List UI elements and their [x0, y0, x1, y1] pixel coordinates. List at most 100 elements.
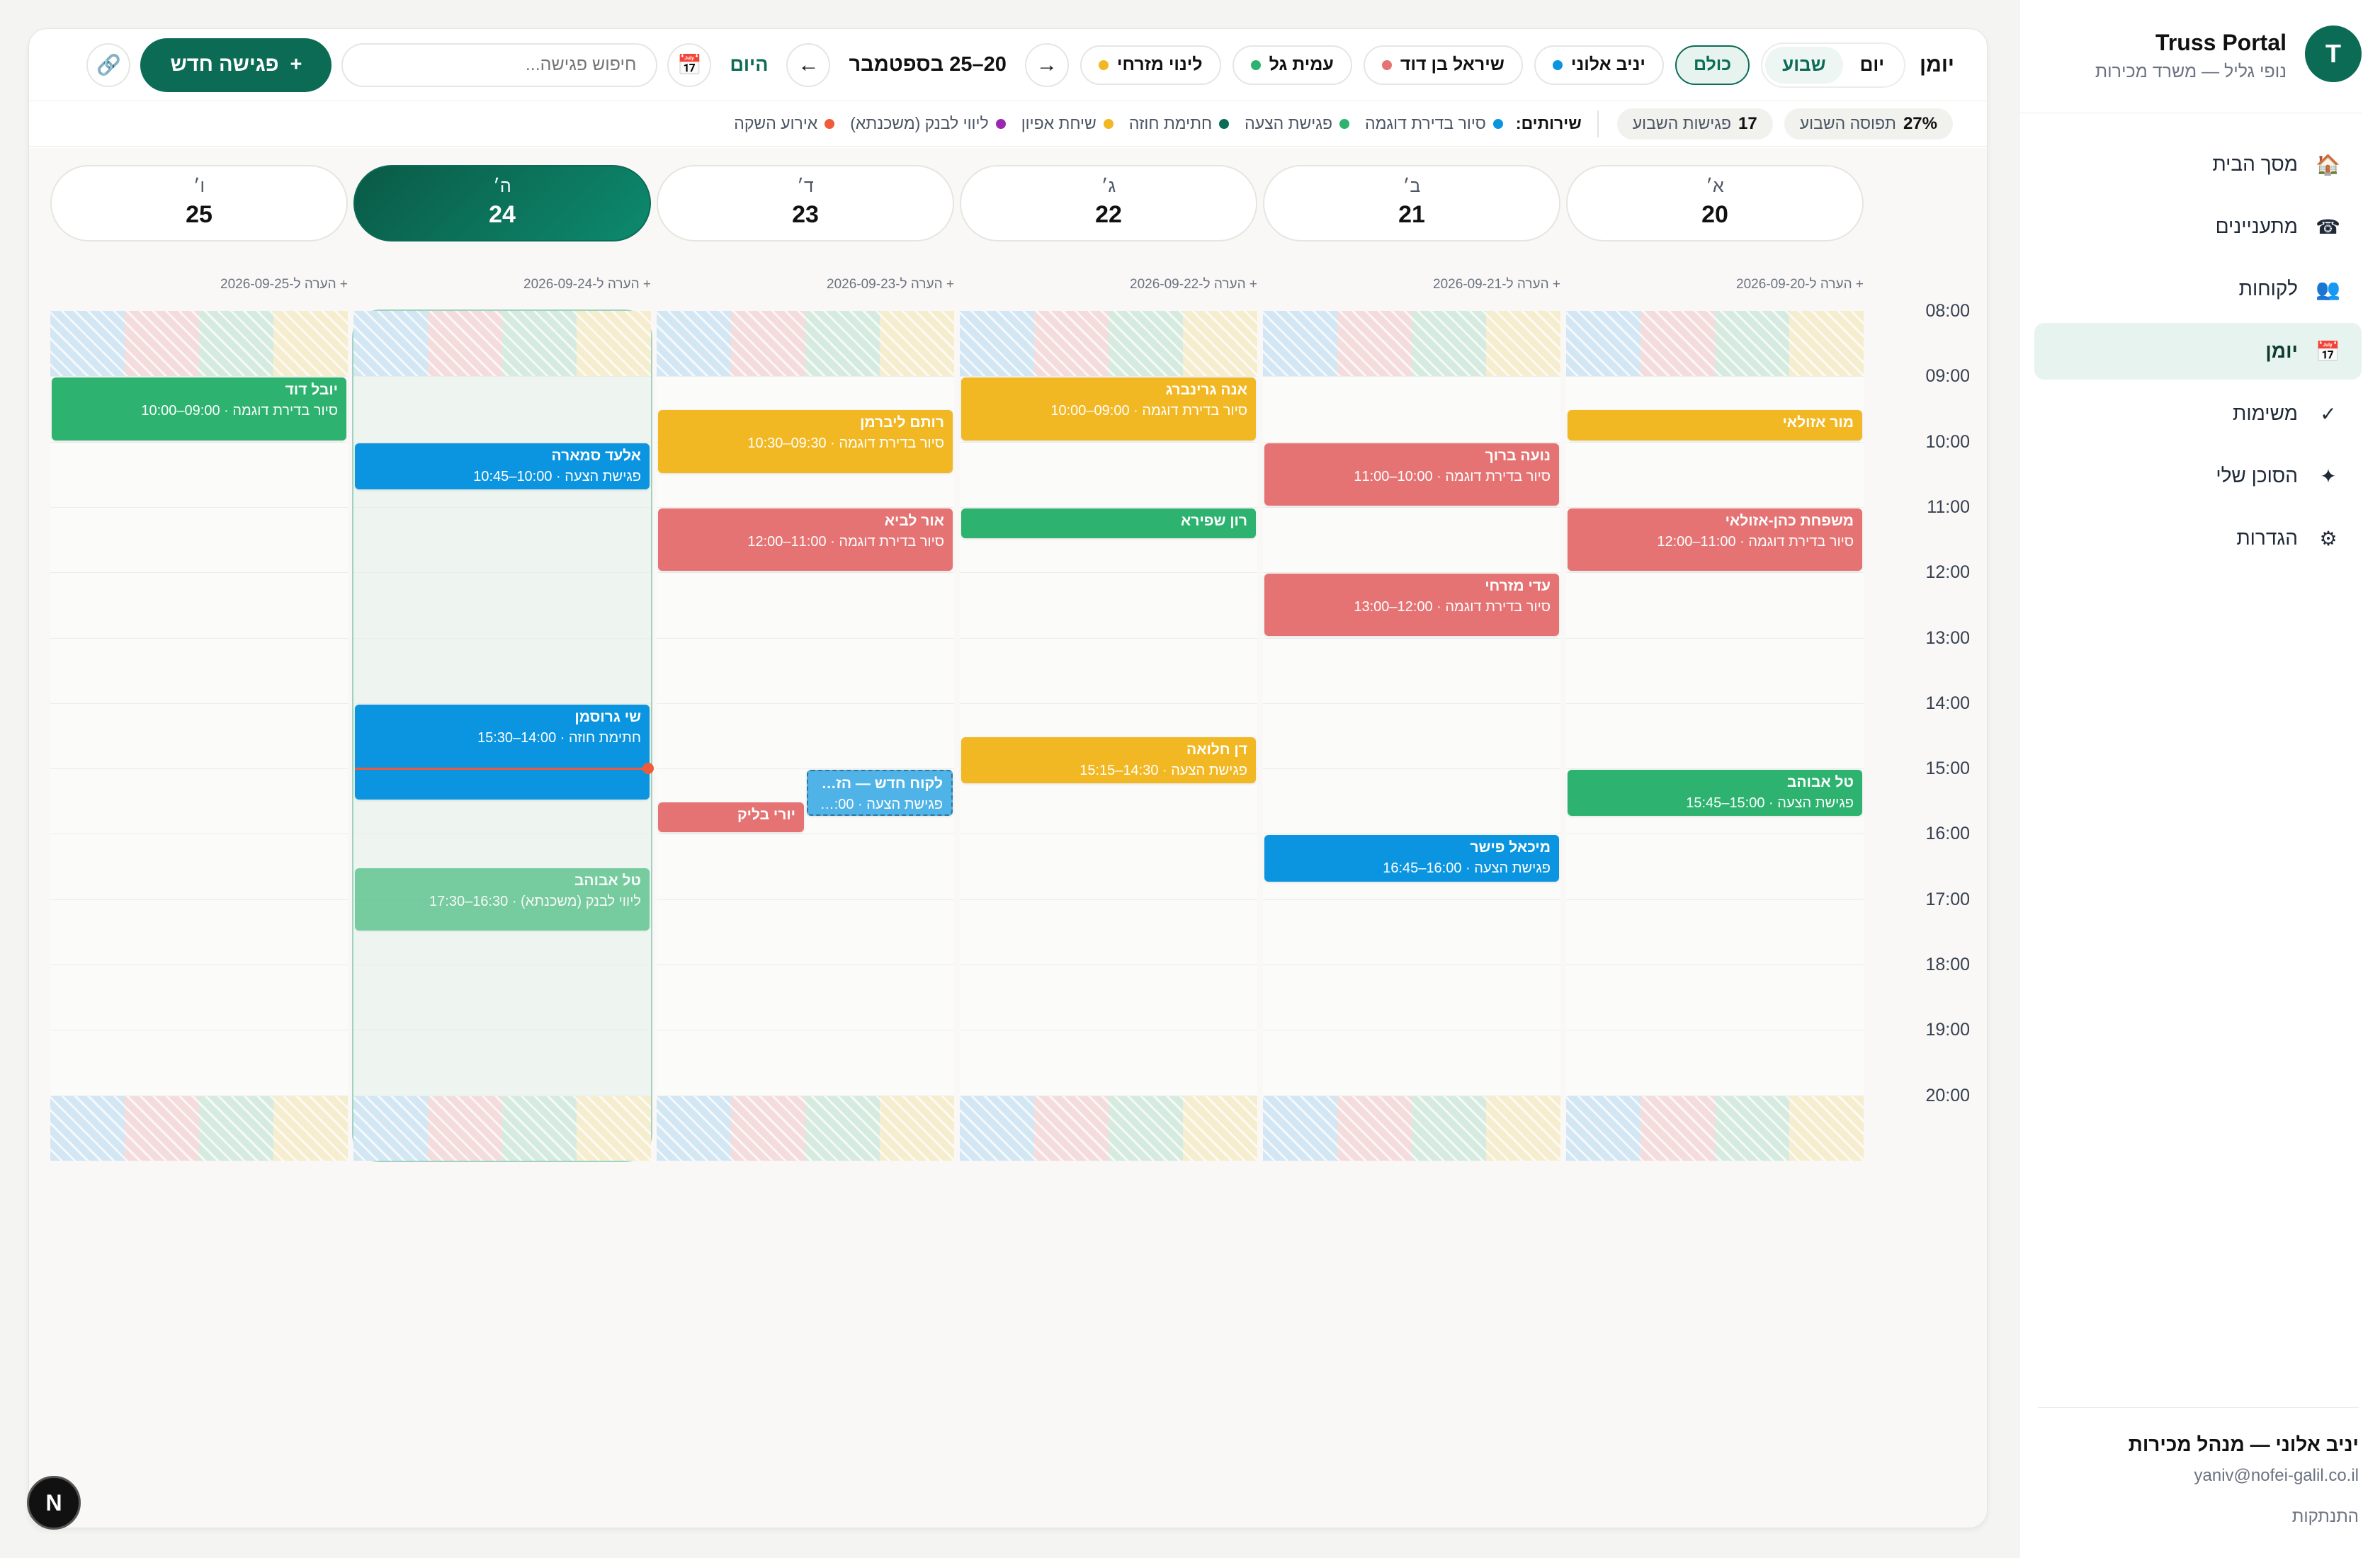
event-title: יובל דוד [285, 382, 338, 399]
calendar-event[interactable]: יורי בליק [658, 802, 804, 833]
agent-filter-chip[interactable]: יניב אלוני [1534, 45, 1664, 85]
closed-hours-hatch [1566, 311, 1864, 376]
prev-week-button[interactable]: → [1024, 42, 1069, 87]
calendar-event[interactable]: טל אבוהב ליווי לבנק (משכנתא) · 16:30–17:3… [355, 868, 650, 931]
agent-filter-chip[interactable]: שיראל בן דוד [1363, 45, 1523, 85]
current-time-line [355, 768, 650, 771]
sidebar-item-check[interactable]: ✓ משימות [2034, 385, 2362, 442]
sidebar-item-calendar[interactable]: 📅 יומן [2034, 323, 2362, 380]
hour-gridline [960, 441, 1257, 443]
link-icon: 🔗 [96, 54, 121, 76]
calendar-event[interactable]: משפחת כהן-אזולאי סיור בדירת דוגמה · 11:00… [1568, 508, 1862, 572]
agent-color-dot [1250, 59, 1261, 70]
hour-gridline [960, 572, 1257, 574]
event-title: טל אבוהב [574, 872, 641, 889]
day-header[interactable]: ה׳ 24 [353, 165, 651, 241]
calendar-event[interactable]: אלעד סמארה פגישת הצעה · 10:00–10:45 [355, 443, 650, 489]
hour-label: 08:00 [1925, 301, 1970, 321]
sidebar-item-house[interactable]: 🏠 מסך הבית [2034, 136, 2362, 193]
hour-label: 18:00 [1925, 955, 1970, 974]
current-time-dot [642, 763, 654, 775]
hour-gridline [1566, 637, 1864, 639]
hour-gridline [657, 506, 954, 508]
service-color-dot [995, 118, 1006, 129]
search-input[interactable] [341, 42, 658, 87]
event-details: פגישת הצעה · 15:00–15:45 [815, 797, 943, 813]
agent-filter-chip[interactable]: עמית גל [1232, 45, 1352, 85]
service-legend-item: סיור בדירת דוגמה [1365, 114, 1503, 133]
new-meeting-label: פגישה חדש [170, 53, 279, 76]
service-label: סיור בדירת דוגמה [1365, 114, 1486, 132]
day-header[interactable]: ד׳ 23 [657, 165, 954, 241]
closed-hours-hatch [657, 311, 954, 376]
sidebar-item-people[interactable]: 👥 לקוחות [2034, 261, 2362, 317]
services-legend: סיור בדירת דוגמה פגישת הצעה חתימת חוזה ש… [718, 114, 1503, 133]
service-label: ליווי לבנק (משכנתא) [850, 114, 989, 132]
dev-tools-button[interactable]: N [27, 1476, 81, 1530]
hour-gridline [353, 637, 651, 639]
hour-gridline [1263, 637, 1560, 639]
hour-gridline [1263, 441, 1560, 443]
today-button[interactable]: היום [730, 54, 768, 76]
calendar-event[interactable]: שי גרוסמן חתימת חוזה · 14:00–15:30 [355, 704, 650, 800]
share-link-button[interactable]: 🔗 [86, 42, 131, 87]
meetings-stat: 17 פגישות השבוע [1616, 108, 1773, 140]
calendar-event[interactable]: נועה ברוך סיור בדירת דוגמה · 10:00–11:00 [1264, 443, 1559, 506]
occupancy-stat: 27% תפוסה השבוע [1784, 108, 1953, 140]
add-day-note-link[interactable]: + הערה ל-2026-09-22 [960, 277, 1257, 292]
calendar-event[interactable]: מור אזולאי [1568, 410, 1862, 440]
sidebar-item-gear[interactable]: ⚙ הגדרות [2034, 510, 2362, 567]
event-title: מור אזולאי [1782, 414, 1854, 431]
day-header[interactable]: ב׳ 21 [1263, 165, 1560, 241]
day-date: 25 [186, 201, 212, 228]
day-header[interactable]: ו׳ 25 [50, 165, 348, 241]
day-header[interactable]: א׳ 20 [1566, 165, 1864, 241]
closed-hours-hatch [960, 1095, 1257, 1161]
hour-gridline [960, 376, 1257, 377]
gear-icon: ⚙ [2319, 527, 2338, 550]
event-details: סיור בדירת דוגמה · 12:00–13:00 [1354, 599, 1551, 615]
event-details: סיור בדירת דוגמה · 10:00–11:00 [1354, 468, 1551, 484]
filter-all-chip[interactable]: כולם [1674, 45, 1750, 85]
sidebar-item-phone[interactable]: ☎ מתעניינים [2034, 198, 2362, 255]
calendar-event[interactable]: יובל דוד סיור בדירת דוגמה · 09:00–10:00 [52, 377, 346, 440]
calendar-event[interactable]: רון שפירא [961, 508, 1256, 539]
view-week-button[interactable]: שבוע [1765, 46, 1843, 84]
hour-gridline [50, 376, 348, 377]
logout-link[interactable]: התנתקות [2038, 1507, 2359, 1527]
date-range: 20–25 בספטמבר [849, 53, 1007, 76]
hour-gridline [657, 376, 954, 377]
sidebar-item-sparkle[interactable]: ✦ הסוכן שלי [2034, 448, 2362, 504]
calendar-event[interactable]: אנה גרינברג סיור בדירת דוגמה · 09:00–10:0… [961, 377, 1256, 440]
service-color-dot [1103, 118, 1114, 129]
day-column[interactable] [1263, 311, 1560, 1161]
day-header[interactable]: ג׳ 22 [960, 165, 1257, 241]
add-day-note-link[interactable]: + הערה ל-2026-09-25 [50, 277, 348, 292]
event-title: אור לביא [884, 512, 944, 529]
add-day-note-link[interactable]: + הערה ל-2026-09-20 [1566, 277, 1864, 292]
add-day-note-link[interactable]: + הערה ל-2026-09-24 [353, 277, 651, 292]
sidebar-item-label: מסך הבית [2212, 153, 2298, 175]
next-week-button[interactable]: ← [786, 42, 831, 87]
calendar-event[interactable]: מיכאל פישר פגישת הצעה · 16:00–16:45 [1264, 835, 1559, 882]
calendar-event[interactable]: לקוח חדש — הזמנה פגישת הצעה · 15:00–15:45 [807, 770, 953, 817]
day-date: 21 [1398, 201, 1425, 228]
calendar-event[interactable]: אור לביא סיור בדירת דוגמה · 11:00–12:00 [658, 508, 953, 572]
add-day-note-link[interactable]: + הערה ל-2026-09-23 [657, 277, 954, 292]
calendar-event[interactable]: טל אבוהב פגישת הצעה · 15:00–15:45 [1568, 770, 1862, 817]
day-date: 23 [792, 201, 819, 228]
closed-hours-hatch [50, 1095, 348, 1161]
date-picker-button[interactable]: 📅 [667, 42, 712, 87]
event-details: סיור בדירת דוגמה · 11:00–12:00 [747, 533, 944, 550]
new-meeting-button[interactable]: + פגישה חדש [140, 38, 332, 92]
sidebar-item-label: יומן [2265, 340, 2298, 362]
calendar-event[interactable]: דן חלואה פגישת הצעה · 14:30–15:15 [961, 737, 1256, 784]
calendar-event[interactable]: עדי מזרחי סיור בדירת דוגמה · 12:00–13:00 [1264, 574, 1559, 637]
hour-label: 10:00 [1925, 431, 1970, 452]
service-legend-item: שיחת אפיון [1021, 114, 1114, 133]
view-day-button[interactable]: יום [1843, 47, 1901, 84]
agent-filter-chip[interactable]: לינוי מזרחי [1080, 45, 1221, 85]
agent-name: עמית גל [1269, 55, 1334, 74]
calendar-event[interactable]: רותם ליברמן סיור בדירת דוגמה · 09:30–10:3… [658, 410, 953, 473]
add-day-note-link[interactable]: + הערה ל-2026-09-21 [1263, 277, 1560, 292]
